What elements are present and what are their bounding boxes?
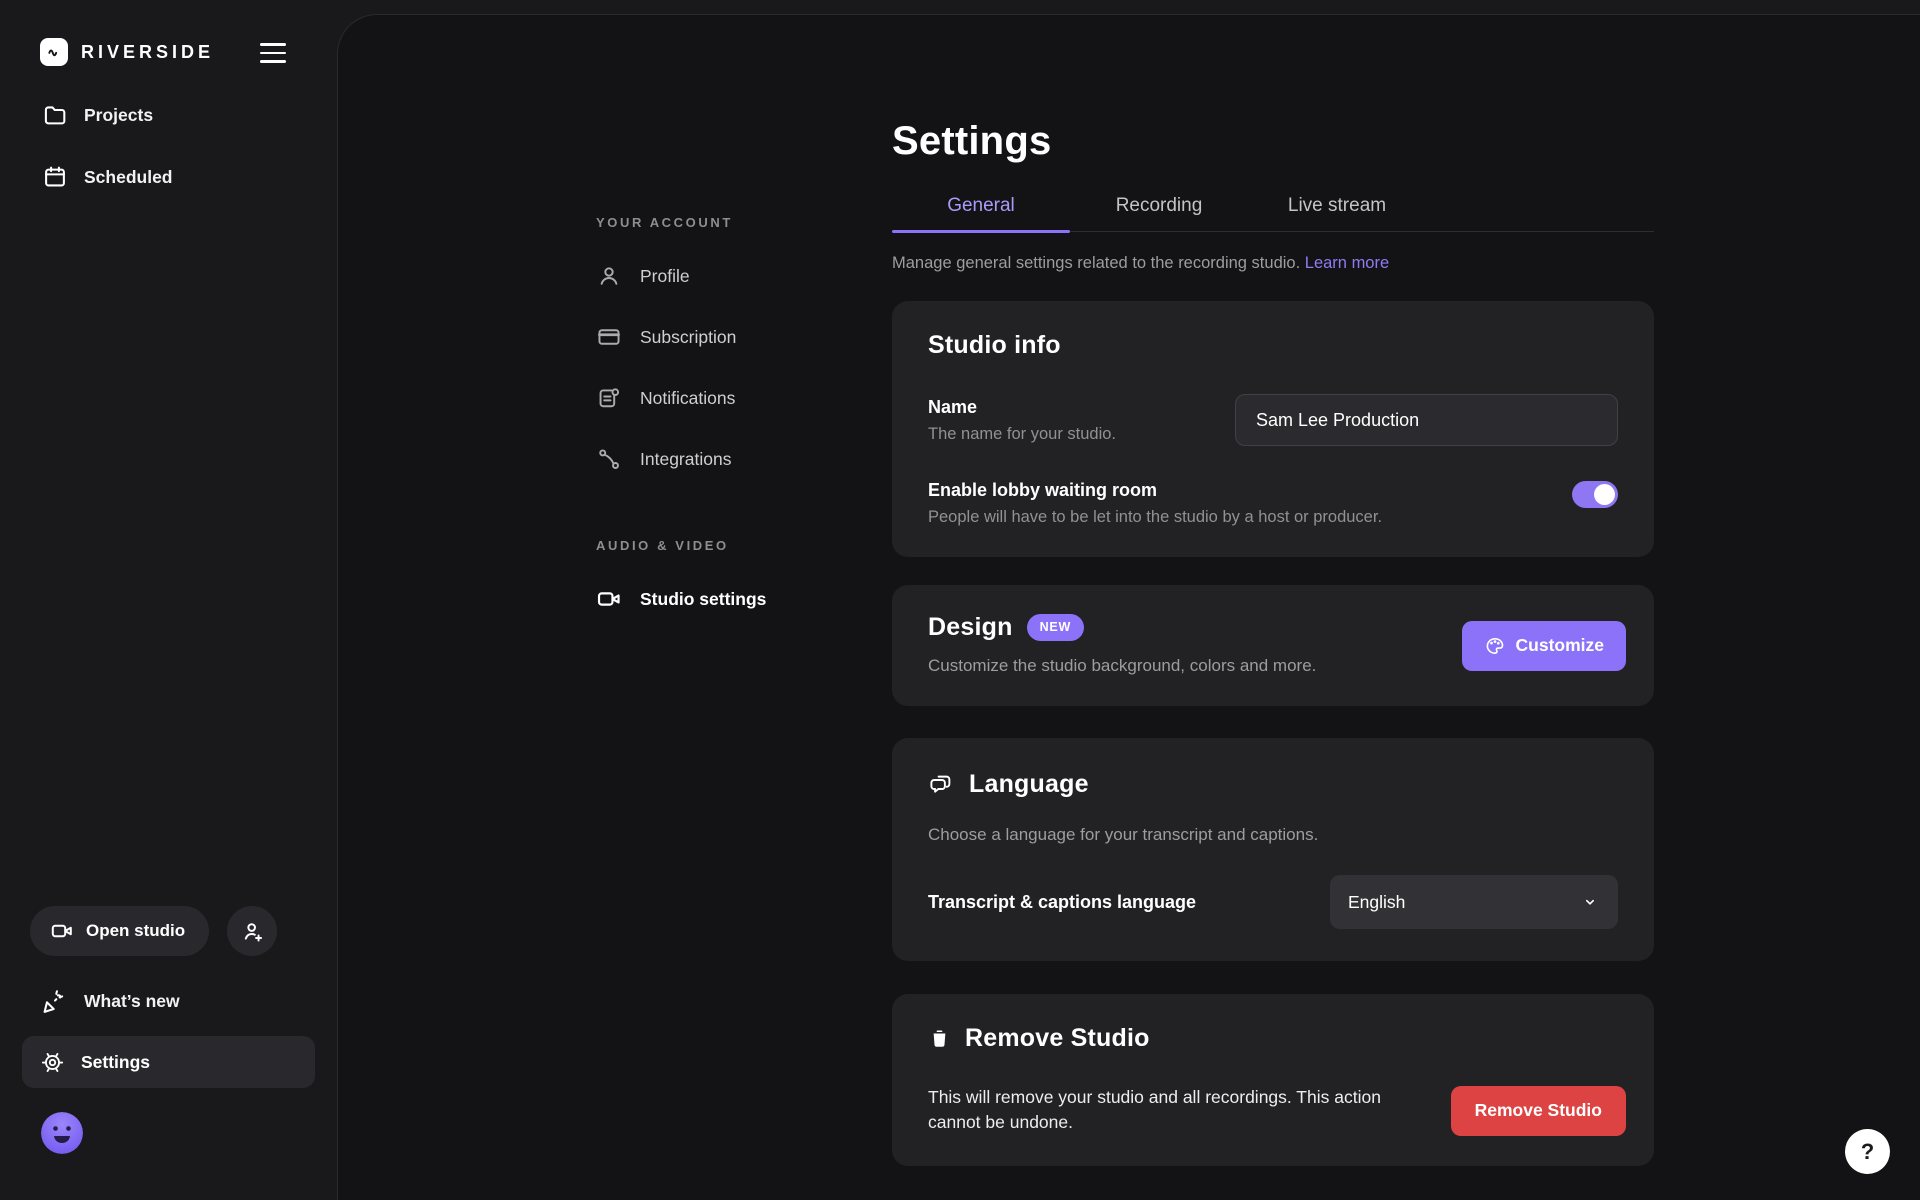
calendar-icon xyxy=(42,164,68,190)
studio-name-row: Name The name for your studio. xyxy=(928,394,1618,446)
menu-toggle-icon[interactable] xyxy=(258,40,288,66)
invite-member-button[interactable] xyxy=(227,906,277,956)
whats-new-label: What’s new xyxy=(84,991,180,1012)
lobby-row: Enable lobby waiting room People will ha… xyxy=(928,480,1618,527)
design-card: Design NEW Customize the studio backgrou… xyxy=(892,585,1654,706)
tab-recording[interactable]: Recording xyxy=(1070,181,1248,231)
tab-general[interactable]: General xyxy=(892,181,1070,231)
folder-icon xyxy=(42,102,68,128)
tab-bar: General Recording Live stream xyxy=(892,181,1654,232)
palette-icon xyxy=(1484,635,1506,657)
chat-bubbles-icon xyxy=(928,771,955,798)
card-title: Design xyxy=(928,613,1013,642)
subnav-item-subscription[interactable]: Subscription xyxy=(596,321,786,353)
studio-info-card: Studio info Name The name for your studi… xyxy=(892,301,1654,557)
credit-card-icon xyxy=(596,324,622,350)
person-add-icon xyxy=(240,919,265,944)
sidebar-item-projects[interactable]: Projects xyxy=(42,102,153,128)
sidebar-item-label: Scheduled xyxy=(84,167,173,188)
help-button[interactable]: ? xyxy=(1845,1129,1890,1174)
remove-studio-card: Remove Studio This will remove your stud… xyxy=(892,994,1654,1166)
sidebar-item-settings-active[interactable]: Settings xyxy=(22,1036,315,1088)
tab-live-stream[interactable]: Live stream xyxy=(1248,181,1426,231)
settings-content: Settings General Recording Live stream M… xyxy=(892,121,1654,1166)
notification-list-icon xyxy=(596,385,622,411)
sidebar: RIVERSIDE Projects Scheduled Open studio xyxy=(0,0,337,1200)
open-studio-button[interactable]: Open studio xyxy=(30,906,209,956)
integrations-route-icon xyxy=(596,446,622,472)
subnav-item-label: Profile xyxy=(640,266,690,287)
card-title: Language xyxy=(969,770,1089,799)
language-select[interactable]: English xyxy=(1330,875,1618,929)
open-studio-label: Open studio xyxy=(86,921,185,941)
remove-description: This will remove your studio and all rec… xyxy=(928,1085,1438,1136)
user-avatar[interactable] xyxy=(41,1112,83,1154)
settings-subnav: YOUR ACCOUNT Profile Subscription xyxy=(596,215,786,644)
subnav-section-title: AUDIO & VIDEO xyxy=(596,538,786,553)
party-popper-icon xyxy=(42,988,68,1014)
subnav-section-title: YOUR ACCOUNT xyxy=(596,215,786,230)
page-title: Settings xyxy=(892,121,1654,161)
lobby-toggle-on[interactable] xyxy=(1572,481,1618,508)
riverside-logo-icon xyxy=(40,38,68,66)
video-camera-icon xyxy=(596,586,622,612)
customize-button[interactable]: Customize xyxy=(1462,621,1626,671)
lobby-label: Enable lobby waiting room xyxy=(928,480,1382,501)
lobby-help: People will have to be let into the stud… xyxy=(928,508,1382,527)
sidebar-item-label: Projects xyxy=(84,105,153,126)
name-label: Name xyxy=(928,397,1116,418)
learn-more-link[interactable]: Learn more xyxy=(1305,254,1389,272)
language-description: Choose a language for your transcript an… xyxy=(928,825,1618,845)
chevron-down-icon xyxy=(1580,892,1600,912)
card-title: Studio info xyxy=(928,331,1618,360)
new-badge: NEW xyxy=(1027,614,1085,641)
subnav-item-notifications[interactable]: Notifications xyxy=(596,382,786,414)
language-row: Transcript & captions language English xyxy=(928,875,1618,929)
subnav-item-integrations[interactable]: Integrations xyxy=(596,443,786,475)
riverside-app: RIVERSIDE Projects Scheduled Open studio xyxy=(0,0,1920,1200)
person-icon xyxy=(596,263,622,289)
trash-icon xyxy=(928,1027,951,1050)
subnav-item-label: Subscription xyxy=(640,327,736,348)
card-title: Remove Studio xyxy=(965,1024,1150,1053)
question-mark-icon: ? xyxy=(1861,1139,1874,1165)
remove-studio-button[interactable]: Remove Studio xyxy=(1451,1086,1626,1136)
settings-label: Settings xyxy=(81,1052,150,1073)
brand-name: RIVERSIDE xyxy=(81,42,214,63)
sidebar-item-scheduled[interactable]: Scheduled xyxy=(42,164,173,190)
subnav-item-label: Integrations xyxy=(640,449,731,470)
subnav-item-studio-settings[interactable]: Studio settings xyxy=(596,583,786,615)
description-text: Manage general settings related to the r… xyxy=(892,254,1300,272)
whats-new-button[interactable]: What’s new xyxy=(42,988,180,1014)
studio-name-input[interactable] xyxy=(1235,394,1618,446)
brand-logo[interactable]: RIVERSIDE xyxy=(40,38,214,66)
language-field-label: Transcript & captions language xyxy=(928,892,1196,913)
video-camera-icon xyxy=(50,919,74,943)
name-help: The name for your studio. xyxy=(928,425,1116,444)
page-description: Manage general settings related to the r… xyxy=(892,254,1654,273)
subnav-item-label: Notifications xyxy=(640,388,735,409)
selected-language: English xyxy=(1348,892,1405,913)
main-panel: YOUR ACCOUNT Profile Subscription xyxy=(337,14,1920,1200)
gear-icon xyxy=(40,1050,65,1075)
subnav-item-label: Studio settings xyxy=(640,589,766,610)
language-card: Language Choose a language for your tran… xyxy=(892,738,1654,961)
customize-label: Customize xyxy=(1516,635,1604,656)
subnav-item-profile[interactable]: Profile xyxy=(596,260,786,292)
